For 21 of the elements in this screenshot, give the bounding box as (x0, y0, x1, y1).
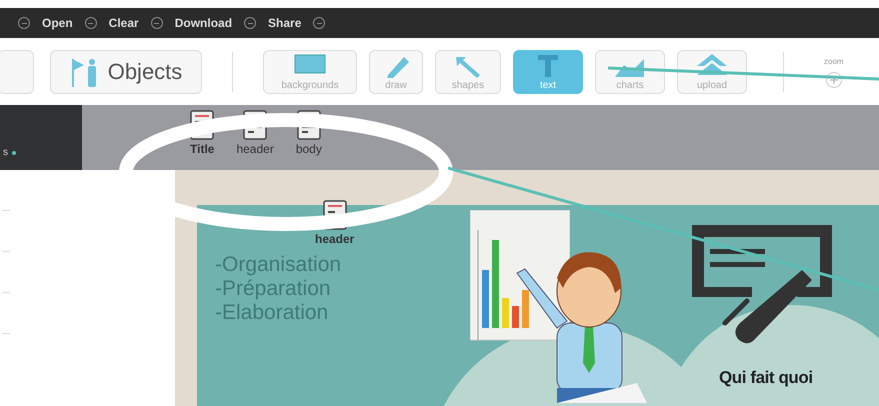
menu-item[interactable]: Clear (108, 14, 139, 32)
dropdown-icon[interactable] (150, 17, 163, 29)
bullet-line: -Organisation (215, 253, 342, 277)
dragged-item-label: header (315, 231, 354, 248)
text-preset-label[interactable]: header (236, 140, 274, 158)
bullet-line: -Préparation (215, 277, 332, 301)
dropdown-icon[interactable] (84, 17, 97, 29)
zoom-label: zoom (824, 56, 844, 68)
menu-item[interactable]: Download (174, 14, 232, 32)
dropdown-icon[interactable] (18, 17, 30, 29)
text-preset-label[interactable]: Title (190, 140, 214, 158)
objects-button[interactable]: Objects (50, 50, 202, 94)
dropdown-icon[interactable] (244, 17, 256, 29)
dropdown-icon[interactable] (313, 17, 326, 29)
side-panel-label: s (3, 146, 8, 160)
caption: Qui fait quoi (719, 367, 813, 389)
bullet-line: -Elaboration (215, 301, 330, 325)
text-preset-label[interactable]: body (296, 140, 322, 158)
menu-item[interactable]: Open (42, 14, 73, 32)
menu-item[interactable]: Share (268, 14, 302, 32)
zoom-in-icon[interactable] (826, 72, 842, 88)
